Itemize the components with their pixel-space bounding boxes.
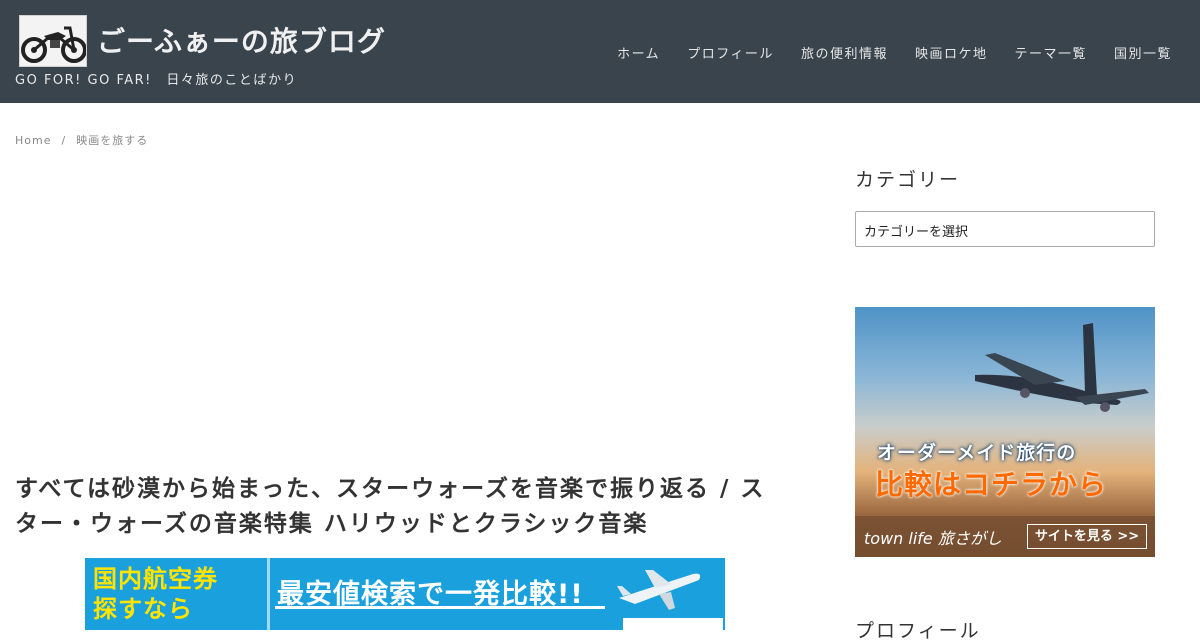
- banner-left-text: 国内航空券 探すなら: [93, 564, 218, 624]
- banner-left-line1: 国内航空券: [93, 565, 218, 593]
- ad-headline: オーダーメイド旅行の: [877, 442, 1077, 464]
- article-title: すべては砂漠から始まった、スターウォーズを音楽で振り返る / スター・ウォーズの…: [15, 476, 766, 537]
- category-select[interactable]: カテゴリーを選択: [855, 211, 1155, 247]
- breadcrumb-home[interactable]: Home: [15, 134, 51, 147]
- site-title[interactable]: ごーふぁーの旅ブログ: [97, 20, 386, 60]
- airplane-icon: [975, 323, 1149, 412]
- ad-subheadline: 比較はコチラから: [875, 468, 1108, 501]
- nav-item-profile[interactable]: プロフィール: [687, 43, 774, 62]
- nav-item-home[interactable]: ホーム: [617, 43, 660, 62]
- nav-item-countries[interactable]: 国別一覧: [1114, 43, 1172, 62]
- nav-item-themes[interactable]: テーマ一覧: [1014, 43, 1087, 62]
- motorcycle-icon: [21, 26, 86, 63]
- sidebar-category-heading: カテゴリー: [855, 169, 961, 191]
- banner-underline: [275, 606, 605, 609]
- site-tagline: GO FOR! GO FAR! 日々旅のことばかり: [15, 73, 298, 88]
- banner-left-line2: 探すなら: [93, 595, 193, 623]
- nav-item-film-locations[interactable]: 映画ロケ地: [915, 43, 988, 62]
- airplane-icon: [617, 570, 701, 610]
- breadcrumb-current[interactable]: 映画を旅する: [76, 134, 148, 147]
- banner-divider: [267, 558, 270, 630]
- flight-banner-ad[interactable]: 国内航空券 探すなら 最安値検索で一発比較!!: [85, 558, 725, 630]
- banner-logo-box: [623, 618, 723, 630]
- site-header: ごーふぁーの旅ブログ GO FOR! GO FAR! 日々旅のことばかり ホーム…: [0, 0, 1200, 103]
- breadcrumb: Home / 映画を旅する: [15, 132, 148, 148]
- sidebar-travel-ad[interactable]: オーダーメイド旅行の 比較はコチラから town life 旅さがし サイトを見…: [855, 307, 1155, 557]
- ad-visit-button[interactable]: サイトを見る >>: [1027, 524, 1147, 549]
- main-nav: ホーム プロフィール 旅の便利情報 映画ロケ地 テーマ一覧 国別一覧: [617, 43, 1172, 62]
- ad-brand: town life 旅さがし: [864, 529, 1002, 548]
- nav-item-travel-info[interactable]: 旅の便利情報: [801, 43, 888, 62]
- breadcrumb-separator: /: [61, 134, 67, 147]
- site-logo[interactable]: [19, 15, 87, 67]
